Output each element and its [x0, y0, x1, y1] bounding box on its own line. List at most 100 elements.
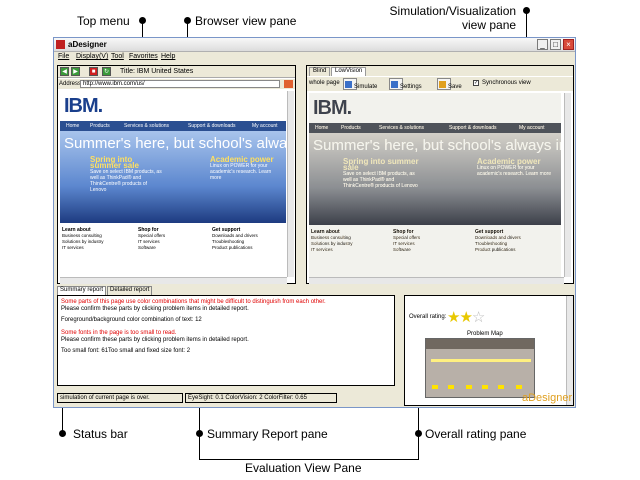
map-problem-band — [431, 359, 531, 362]
map-problem-marker — [432, 385, 438, 389]
ibm-link-columns: Learn about Business consulting Solution… — [309, 225, 561, 277]
link-item[interactable]: IT services — [62, 245, 132, 251]
callout-browser-view: Browser view pane — [195, 14, 297, 28]
ibm-hero-banner: Summer's here, but school's always in Sp… — [60, 131, 286, 223]
callout-sim-line1: Simulation/Visualization — [389, 4, 517, 18]
promo-text: Save on select IBM products, as well as … — [90, 169, 162, 193]
summary-report-pane: Some parts of this page use color combin… — [57, 295, 395, 386]
close-button[interactable]: × — [563, 39, 574, 50]
ibm-nav-item[interactable]: Products — [90, 123, 110, 129]
whole-page-label[interactable]: whole page — [309, 80, 340, 86]
menu-tool[interactable]: Tool — [111, 53, 124, 60]
browser-horizontal-scrollbar[interactable] — [60, 277, 287, 284]
map-header-region — [426, 339, 534, 349]
address-label: Address — [59, 81, 82, 87]
forward-icon[interactable]: ▶ — [71, 67, 80, 76]
status-params: EyeSight: 0.1 ColorVision: 2 ColorFilter… — [185, 393, 337, 403]
problem-map[interactable] — [425, 338, 535, 398]
link-item[interactable]: Software — [138, 245, 208, 251]
maximize-button[interactable]: □ — [550, 39, 561, 50]
ibm-nav-item[interactable]: Home — [66, 123, 79, 129]
link-column: Get support Downloads and drivers Troubl… — [475, 229, 545, 253]
tab-summary-report[interactable]: Summary report — [57, 286, 107, 295]
problem-map-title: Problem Map — [467, 331, 503, 337]
callout-overall-rating: Overall rating pane — [425, 427, 527, 441]
simulation-toolbar: whole page Simulate Settings Save ✓ Sync… — [307, 77, 573, 91]
simulation-vertical-scrollbar[interactable] — [564, 93, 571, 277]
app-logo-icon — [56, 40, 65, 49]
tab-detailed-report[interactable]: Detailed report — [107, 286, 153, 295]
status-message: simulation of current page is over. — [57, 393, 183, 403]
refresh-icon[interactable]: ↻ — [102, 67, 111, 76]
ibm-hero-banner: Summer's here, but school's always in Sp… — [309, 133, 561, 225]
app-window: aDesigner _ □ × File Display(V) Tool Fav… — [53, 37, 576, 408]
menu-file[interactable]: File — [58, 53, 69, 60]
ibm-nav-item: Home — [315, 125, 329, 131]
ibm-nav-item: Products — [341, 125, 361, 131]
browser-vertical-scrollbar[interactable] — [287, 91, 294, 277]
promo-academic[interactable]: Academic power Linux on POWER for your a… — [210, 156, 284, 182]
callout-bracket — [199, 459, 419, 460]
menu-help[interactable]: Help — [161, 53, 175, 60]
link-item[interactable]: Product publications — [212, 245, 282, 251]
browser-toolbar: ◀ ▶ ■ ↻ Title: IBM United States — [58, 66, 295, 78]
map-problem-marker — [466, 385, 472, 389]
simulation-view-pane: Blind LowVision whole page Simulate Sett… — [306, 65, 574, 284]
settings-icon — [391, 81, 398, 88]
ibm-nav-item[interactable]: My account — [252, 123, 278, 129]
link-column: Shop for Special offers IT services Soft… — [393, 229, 463, 253]
star-icon: ★ — [459, 309, 472, 326]
promo-text: Linux on POWER for your academic's resea… — [477, 165, 552, 177]
simulate-button[interactable]: Simulate — [343, 78, 377, 90]
summary-warning: Some parts of this page use color combin… — [61, 299, 326, 305]
back-icon[interactable]: ◀ — [60, 67, 69, 76]
go-icon[interactable] — [284, 80, 293, 88]
ibm-nav-item[interactable]: Support & downloads — [188, 123, 236, 129]
simulated-page-view[interactable]: IBM. Home Products Services & solutions … — [309, 93, 561, 277]
rating-label: Overall rating: — [409, 314, 447, 320]
ibm-nav: Home Products Services & solutions Suppo… — [60, 121, 286, 131]
window-title: aDesigner — [68, 40, 107, 49]
address-row: Address http://www.ibm.com/us/ — [58, 79, 295, 89]
rating-vertical-scrollbar[interactable] — [566, 296, 573, 405]
sync-checkbox[interactable]: ✓ — [473, 80, 479, 86]
simulation-horizontal-scrollbar[interactable] — [309, 277, 564, 284]
promo-summer-sale: Spring into summer sale Save on select I… — [343, 157, 423, 190]
map-problem-marker — [516, 385, 522, 389]
promo-text: Save on select IBM products, as well as … — [343, 171, 418, 189]
star-empty-icon: ☆ — [471, 309, 485, 326]
menu-favorites[interactable]: Favorites — [129, 53, 158, 60]
callout-sim-view: Simulation/Visualization view pane — [387, 4, 517, 32]
hero-headline: Summer's here, but school's always in — [64, 135, 286, 152]
ibm-nav-item[interactable]: Services & solutions — [124, 123, 169, 129]
tab-blind[interactable]: Blind — [309, 67, 331, 76]
menu-display[interactable]: Display(V) — [76, 53, 108, 60]
address-input[interactable]: http://www.ibm.com/us/ — [80, 80, 280, 88]
hero-headline: Summer's here, but school's always in — [313, 137, 561, 154]
summary-text: Foreground/background color combination … — [61, 317, 202, 323]
link-column: Learn about Business consulting Solution… — [311, 229, 381, 253]
summary-warning: Some fonts in the page is too small to r… — [61, 330, 177, 336]
ibm-nav-item: My account — [519, 125, 545, 131]
map-problem-marker — [498, 385, 504, 389]
sync-label: Synchronous view — [482, 80, 531, 86]
stop-icon[interactable]: ■ — [89, 67, 98, 76]
summary-text: Please confirm these parts by clicking p… — [61, 337, 249, 343]
simulate-label: Simulate — [354, 84, 378, 90]
save-label: Save — [448, 84, 462, 90]
ibm-nav-item: Services & solutions — [379, 125, 425, 131]
callout-top-menu: Top menu — [77, 14, 130, 28]
simulate-icon — [345, 81, 352, 88]
link-item: Product publications — [475, 247, 516, 252]
ibm-logo: IBM. — [64, 95, 103, 117]
ibm-nav: Home Products Services & solutions Suppo… — [309, 123, 561, 133]
promo-title: Spring into summer sale — [343, 157, 419, 172]
minimize-button[interactable]: _ — [537, 39, 548, 50]
settings-button[interactable]: Settings — [389, 78, 422, 90]
callout-evaluation-view: Evaluation View Pane — [245, 461, 362, 475]
tab-lowvision[interactable]: LowVision — [331, 67, 367, 76]
map-problem-marker — [482, 385, 488, 389]
save-button[interactable]: Save — [437, 78, 462, 90]
web-page-view[interactable]: IBM. Home Products Services & solutions … — [60, 91, 286, 277]
promo-summer-sale[interactable]: Spring into summer sale Save on select I… — [90, 156, 162, 194]
